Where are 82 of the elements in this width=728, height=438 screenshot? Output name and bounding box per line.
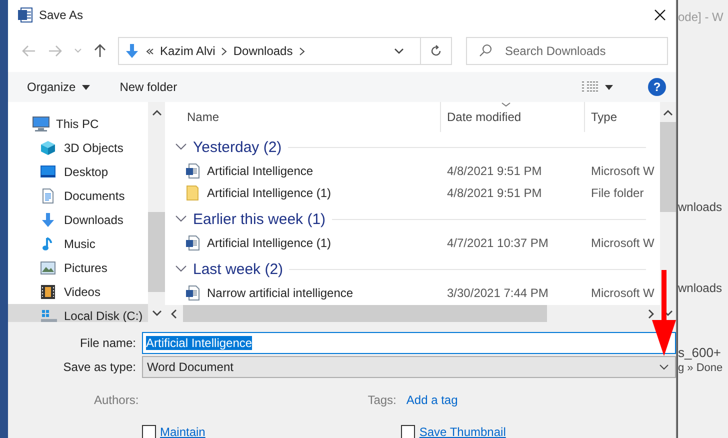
up-arrow-icon[interactable] <box>94 44 106 58</box>
horizontal-scrollbar[interactable] <box>165 305 660 322</box>
group-header[interactable]: Earlier this week (1) <box>193 210 326 228</box>
path-segment[interactable]: Downloads <box>233 44 293 58</box>
drive-icon <box>40 308 58 322</box>
file-name[interactable]: Narrow artificial intelligence <box>207 286 354 300</box>
caret-icon <box>82 84 90 90</box>
chevron-down-icon[interactable] <box>175 265 187 273</box>
type-cell: Microsoft W <box>591 164 654 178</box>
search-icon <box>479 44 492 57</box>
field-label: Save as type: <box>62 360 137 374</box>
list-view-icon <box>581 81 599 93</box>
authors-label: Authors: <box>94 393 139 407</box>
new-folder-button[interactable]: New folder <box>112 76 184 98</box>
file-name[interactable]: Artificial Intelligence (1) <box>207 186 332 200</box>
group-header[interactable]: Yesterday (2) <box>193 138 282 156</box>
monitor-icon <box>40 164 58 180</box>
field-label: File name: <box>78 336 137 350</box>
scroll-up-icon[interactable] <box>152 110 162 116</box>
sort-caret-icon <box>501 102 511 107</box>
file-name[interactable]: Artificial Intelligence <box>207 164 314 178</box>
group-header[interactable]: Last week (2) <box>193 260 284 278</box>
add-tag-link[interactable]: Add a tag <box>406 393 458 407</box>
chevron-icon[interactable] <box>298 46 305 56</box>
chevron-down-icon[interactable] <box>394 48 404 54</box>
image-icon <box>40 260 58 276</box>
nav-item[interactable]: Music <box>8 232 148 256</box>
date-cell: 4/8/2021 9:51 PM <box>447 186 542 200</box>
double-chevron-icon <box>146 48 154 54</box>
nav-item[interactable]: Downloads <box>8 208 148 232</box>
column-header[interactable]: Date modified <box>441 102 585 132</box>
scroll-down-icon[interactable] <box>152 310 162 316</box>
nav-item[interactable]: 3D Objects <box>8 136 148 160</box>
scroll-up-icon[interactable] <box>663 110 673 116</box>
type-cell: Microsoft W <box>591 236 654 250</box>
cube-icon <box>40 140 58 156</box>
help-button[interactable]: ? <box>648 78 666 96</box>
window-text: wnloads <box>678 200 722 214</box>
scrollbar[interactable] <box>148 102 165 322</box>
chevron-icon[interactable] <box>221 46 228 56</box>
nav-item[interactable]: This PC <box>8 112 148 136</box>
save-type-dropdown[interactable]: Word Document <box>142 356 676 378</box>
vertical-scrollbar[interactable] <box>660 102 676 322</box>
chevron-down-icon[interactable] <box>659 364 669 370</box>
type-cell: Microsoft W <box>591 286 654 300</box>
chevron-down-icon[interactable] <box>175 215 187 223</box>
caret-icon <box>605 84 613 90</box>
tags-label: Tags: <box>368 393 396 407</box>
nav-item[interactable]: Pictures <box>8 256 148 280</box>
nav-item[interactable]: Videos <box>8 280 148 304</box>
nav-item[interactable]: Documents <box>8 184 148 208</box>
window-text: ode] - W <box>678 10 724 24</box>
refresh-icon <box>430 45 442 57</box>
window-text: s_600+ <box>678 345 722 360</box>
checkbox[interactable] <box>401 425 416 438</box>
film-icon <box>40 284 58 300</box>
column-header[interactable]: Type <box>585 102 660 132</box>
option-link[interactable]: Save Thumbnail <box>419 425 506 438</box>
scroll-left-icon[interactable] <box>171 308 177 318</box>
type-cell: File folder <box>591 186 644 200</box>
nav-item[interactable]: Desktop <box>8 160 148 184</box>
file-name[interactable]: Artificial Intelligence (1) <box>207 236 332 250</box>
date-cell: 3/30/2021 7:44 PM <box>447 286 548 300</box>
scroll-right-icon[interactable] <box>648 308 654 318</box>
close-icon[interactable] <box>654 9 666 21</box>
computer-icon <box>32 116 50 132</box>
date-cell: 4/7/2021 10:37 PM <box>447 236 548 250</box>
address-bar[interactable]: Kazim Alvi Downloads <box>118 37 452 65</box>
organize-button[interactable]: Organize <box>20 76 97 98</box>
window-text: g » Done <box>678 362 723 374</box>
option-link[interactable]: Maintain <box>160 425 206 438</box>
search-field[interactable]: Search Downloads <box>466 37 668 65</box>
date-cell: 4/8/2021 9:51 PM <box>447 164 542 178</box>
down-arrow-icon <box>124 43 140 59</box>
column-header[interactable]: Name <box>165 102 441 132</box>
path-segment[interactable]: Kazim Alvi <box>160 44 216 58</box>
window-text: wnloads <box>678 281 722 295</box>
chevron-down-icon[interactable] <box>175 143 187 151</box>
checkbox[interactable] <box>142 425 156 438</box>
file-name-field[interactable]: Artificial Intelligence <box>142 332 676 354</box>
word-logo-icon <box>17 7 33 23</box>
window-title: Save As <box>39 8 84 22</box>
